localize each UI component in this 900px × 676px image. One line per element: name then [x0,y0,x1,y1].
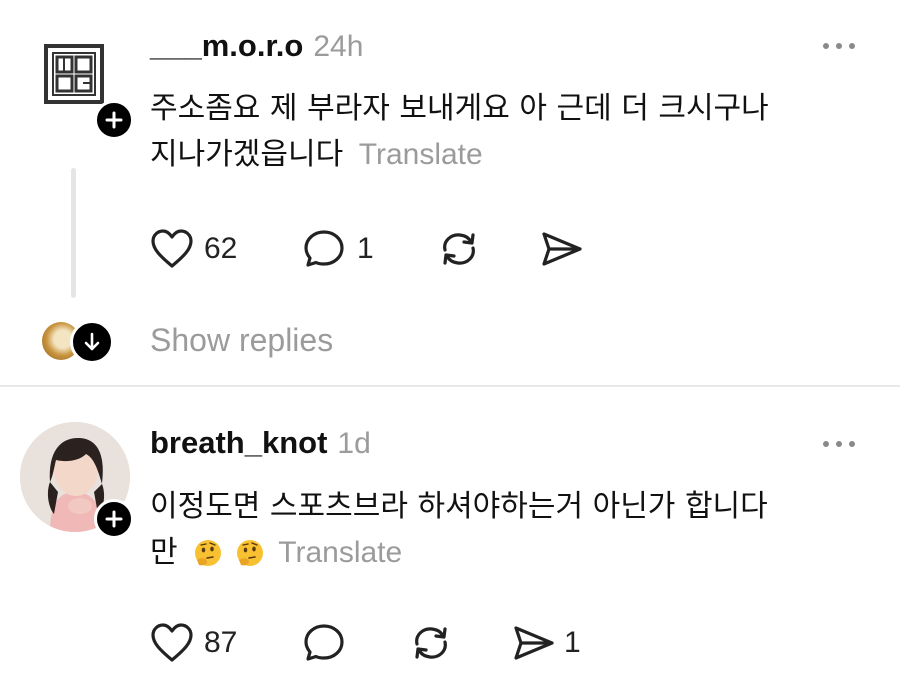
share-button[interactable] [540,228,592,270]
post-text-line: 이정도면 스포츠브라 하셔야하는거 아닌가 합니다 [150,489,768,524]
dot-icon [849,43,855,49]
translate-link[interactable]: Translate [278,536,402,569]
username[interactable]: breath_knot [150,425,327,461]
heart-icon [151,623,193,662]
post-text-line: 만 Translate [150,530,890,576]
heart-icon [151,229,193,268]
more-options-button[interactable] [823,441,855,447]
follow-button[interactable] [94,100,134,140]
arrow-down-icon [84,332,100,351]
dot-icon [823,441,829,447]
repost-icon [415,627,447,659]
comment-button[interactable]: 1 [303,228,374,270]
repost-button[interactable] [409,622,453,668]
logo-avatar-icon [44,44,104,104]
comment-count: 1 [357,232,374,265]
repost-button[interactable] [437,228,481,274]
like-count: 62 [204,232,238,265]
timestamp: 1d [337,427,371,460]
post-header: breath_knot 1d [150,425,371,461]
translate-link[interactable]: Translate [359,138,483,171]
more-options-button[interactable] [823,43,855,49]
repost-icon [443,233,475,265]
send-icon [542,232,582,266]
post-text-end: 지나가겠읍니다 [150,137,344,172]
thread-line [71,168,76,298]
comment-button[interactable] [303,622,357,664]
share-button[interactable]: 1 [512,622,581,664]
plus-icon [105,111,123,129]
post-text-line: 지나가겠읍니다 Translate [150,132,870,178]
dot-icon [849,441,855,447]
post-text: 주소좀요 제 부라자 보내게요 아 근데 더 크시구나 지나가겠읍니다 Tran… [150,86,870,178]
expand-replies-button[interactable] [70,320,114,364]
replies-avatars [42,320,114,364]
like-button[interactable]: 87 [150,622,237,664]
dot-icon [836,43,842,49]
send-icon [514,626,554,660]
comment-icon [304,624,344,661]
show-replies-link[interactable]: Show replies [150,322,333,359]
comment-icon [304,230,344,267]
post-text-end: 만 [150,535,178,570]
share-count: 1 [564,626,581,659]
like-button[interactable]: 62 [150,228,237,270]
avatar[interactable] [44,44,104,104]
plus-icon [105,510,123,528]
dot-icon [836,441,842,447]
post-text: 이정도면 스포츠브라 하셔야하는거 아닌가 합니다 만 Translate [150,484,890,576]
dot-icon [823,43,829,49]
timestamp: 24h [313,30,364,63]
like-count: 87 [204,626,238,659]
post-text-line: 주소좀요 제 부라자 보내게요 아 근데 더 크시구나 [150,91,769,126]
thinking-face-emoji-icon [236,540,263,566]
thinking-face-emoji-icon [195,540,222,566]
post-header: ___m.o.r.o 24h [150,28,363,64]
username[interactable]: ___m.o.r.o [150,28,303,64]
divider [0,385,900,387]
follow-button[interactable] [94,499,134,539]
